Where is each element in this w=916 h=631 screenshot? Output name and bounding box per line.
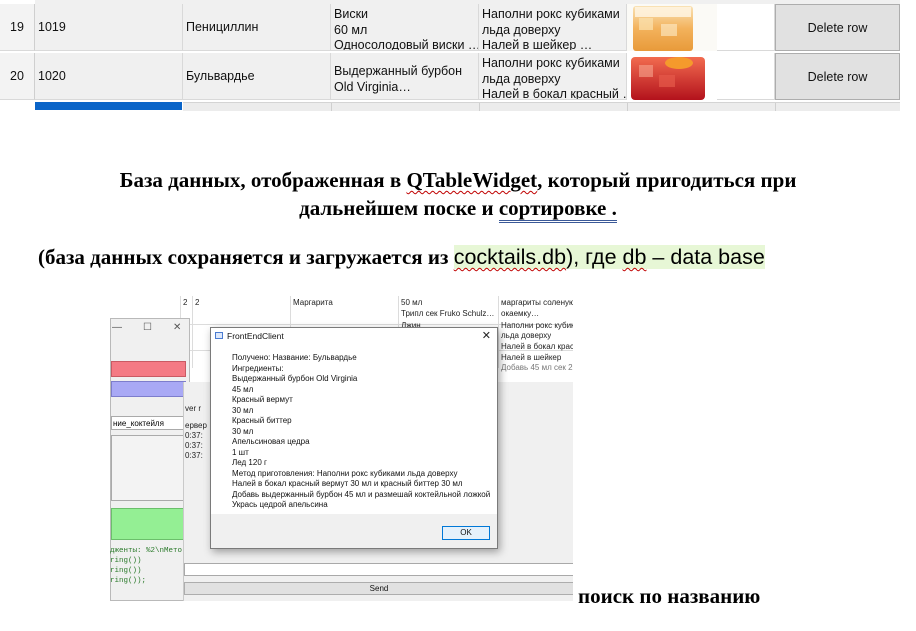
caption-table-description: База данных, отображенная в QTableWidget…	[40, 166, 876, 223]
code-line: дженты: %2\nМето	[110, 547, 183, 555]
method-line: Налей в бокал красный …	[482, 87, 627, 100]
ingredients-cell: 50 мл	[401, 298, 423, 307]
name-cell[interactable]: Бульвардье	[183, 53, 331, 100]
message-line: Красный биттер	[232, 416, 292, 425]
caption-text: , который пригодиться при	[537, 168, 797, 192]
message-line: Укрась цедрой апельсина	[232, 500, 328, 509]
server-label: ver r	[185, 404, 201, 413]
id-cell[interactable]: 1019	[35, 4, 183, 51]
table-row[interactable]: 19 1019 Пенициллин Виски 60 мл Односолод…	[0, 4, 900, 52]
blue-action-button[interactable]	[111, 381, 186, 397]
cocktail-name-field[interactable]: ние_коктейля	[111, 416, 186, 430]
green-search-button[interactable]	[111, 508, 186, 540]
message-line: Ингредиенты:	[232, 363, 284, 373]
ingredients-line: Old Virginia…	[334, 79, 411, 94]
next-row-edge	[183, 102, 900, 111]
boulevardier-cocktail-image	[627, 53, 717, 100]
server-log-line: 0:37:	[185, 451, 203, 460]
message-line: Выдержанный бурбон Old Virginia	[232, 374, 358, 383]
client-app-screenshot: 2 2 Маргарита 50 мл Трипл сек Fruko Schu…	[110, 296, 573, 601]
result-box	[111, 435, 186, 501]
sorting-term: сортировке .	[498, 196, 617, 223]
name-cell: Маргарита	[293, 298, 333, 307]
code-line: ring())	[110, 567, 142, 575]
caption-text: ), где	[566, 245, 623, 269]
cocktail-image-cell	[627, 53, 775, 100]
db-abbrev: db	[622, 245, 647, 269]
message-input[interactable]	[184, 563, 573, 576]
ingredients-line: Выдержанный бурбон	[334, 64, 463, 78]
db-filename: cocktails.db	[453, 245, 567, 269]
code-snippet: дженты: %2\nМето ring()) ring()) ring())…	[110, 546, 182, 586]
server-log-line: ервер	[185, 421, 207, 430]
ingredients-cell[interactable]: Выдержанный бурбон Old Virginia…	[331, 53, 479, 100]
delete-row-button[interactable]: Delete row	[775, 4, 900, 51]
ingredients-line: 60 мл	[334, 22, 368, 37]
cocktail-image-cell	[627, 4, 775, 51]
red-action-button[interactable]	[111, 361, 186, 377]
row-number: 2	[183, 298, 188, 307]
method-line: Налей в шейкер …	[482, 38, 593, 51]
dialog-title-bar: FrontEndClient ✕	[211, 328, 497, 344]
table-row[interactable]: 20 1020 Бульвардье Выдержанный бурбон Ol…	[0, 53, 900, 101]
caption-text: – data base	[646, 245, 765, 269]
close-icon[interactable]: ✕	[173, 322, 181, 333]
caption-database-file: (база данных сохраняется и загружается и…	[38, 241, 765, 273]
penicillin-cocktail-image	[627, 4, 717, 51]
ok-button[interactable]: OK	[442, 526, 490, 540]
delete-row-button[interactable]: Delete row	[775, 53, 900, 100]
method-line: льда доверху	[482, 22, 561, 37]
method-cell: Добавь 45 мл сек 20 мл…	[501, 363, 573, 372]
message-line: Апельсиновая цедра	[232, 437, 310, 446]
method-cell[interactable]: Наполни рокс кубиками льда доверху Налей…	[479, 4, 627, 51]
id-cell: 2	[195, 298, 200, 307]
message-line: 30 мл	[232, 426, 254, 436]
send-button[interactable]: Send	[184, 582, 573, 595]
message-line: 30 мл	[232, 405, 254, 415]
caption-text: База данных, отображенная в	[119, 168, 407, 192]
method-cell: Налей в бокал красн…	[501, 342, 573, 351]
app-window-icon	[215, 332, 223, 339]
name-cell[interactable]: Пенициллин	[183, 4, 331, 51]
qtablewidget-term: QTableWidget	[406, 168, 538, 192]
cocktail-table-screenshot: 19 1019 Пенициллин Виски 60 мл Односолод…	[0, 0, 900, 111]
message-line: 1 шт	[232, 447, 249, 457]
code-line: ring())	[110, 557, 142, 565]
method-cell: окаемку…	[501, 309, 540, 318]
caption-text: дальнейшем поске и	[299, 196, 499, 220]
message-line: 45 мл	[232, 384, 254, 394]
method-cell: льда доверху	[501, 331, 552, 340]
code-line: ring());	[110, 577, 147, 585]
message-line: Налей в бокал красный вермут 30 мл и кра…	[232, 479, 463, 488]
method-line: Наполни рокс кубиками	[482, 7, 620, 21]
message-line: Лед 120 г	[232, 458, 267, 467]
ingredients-line: Односолодовый виски …	[334, 38, 479, 51]
message-line: Метод приготовления: Наполни рокс кубика…	[232, 468, 458, 478]
message-line: Красный вермут	[232, 395, 293, 404]
selected-cell-indicator[interactable]	[35, 102, 182, 110]
method-cell: маргариты соленую	[501, 298, 573, 307]
method-line: Наполни рокс кубиками	[482, 56, 620, 70]
message-dialog: FrontEndClient ✕ Получено: Название: Бул…	[210, 327, 498, 549]
caption-text: (база данных сохраняется и загружается и…	[38, 245, 454, 269]
ingredients-cell: Трипл сек Fruko Schulz…	[401, 309, 495, 318]
id-cell[interactable]: 1020	[35, 53, 183, 100]
close-icon[interactable]: ✕	[482, 328, 491, 344]
row-number: 19	[0, 4, 35, 51]
method-line: льда доверху	[482, 71, 561, 86]
server-log-line: 0:37:	[185, 441, 203, 450]
ingredients-line: Виски	[334, 7, 369, 21]
server-log-line: 0:37:	[185, 431, 203, 440]
dialog-title: FrontEndClient	[227, 331, 284, 341]
method-cell[interactable]: Наполни рокс кубиками льда доверху Налей…	[479, 53, 627, 100]
ingredients-cell[interactable]: Виски 60 мл Односолодовый виски …	[331, 4, 479, 51]
row-number: 20	[0, 53, 35, 100]
dialog-message: Получено: Название: Бульвардье Ингредиен…	[232, 353, 490, 511]
caption-search-by-name: поиск по названию	[578, 584, 761, 608]
maximize-icon[interactable]: ☐	[143, 322, 152, 333]
message-line: Добавь выдержанный бурбон 45 мл и размеш…	[232, 489, 491, 499]
message-line: Получено: Название: Бульвардье	[232, 353, 357, 362]
minimize-icon[interactable]: —	[112, 322, 122, 333]
